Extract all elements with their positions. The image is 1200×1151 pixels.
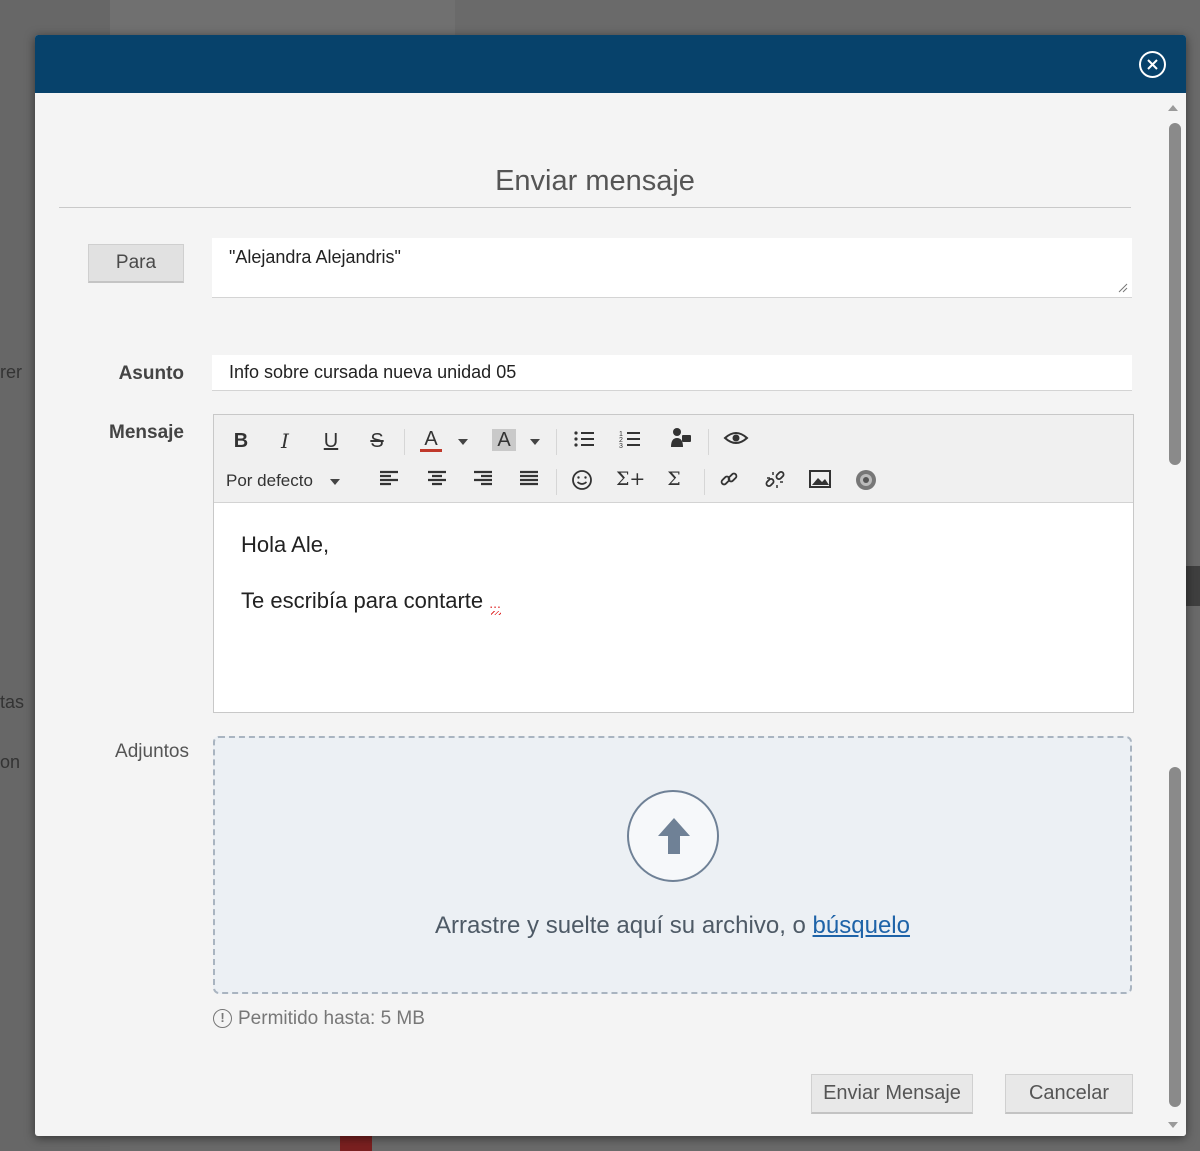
message-line: Hola Ale, xyxy=(241,532,330,557)
editor-toolbar: B I U S A A 123 Por defecto Σ+ Σ xyxy=(214,415,1133,503)
highlight-color-dropdown[interactable] xyxy=(528,429,542,453)
modal-header xyxy=(35,35,1186,93)
spellcheck-ellipsis: ... xyxy=(489,595,501,611)
send-button[interactable]: Enviar Mensaje xyxy=(811,1074,973,1114)
upload-limit-text: Permitido hasta: 5 MB xyxy=(238,1008,425,1029)
browse-link[interactable]: búsquelo xyxy=(813,912,910,939)
upload-arrow-icon xyxy=(658,818,690,854)
to-button[interactable]: Para xyxy=(88,244,184,283)
align-left-icon[interactable] xyxy=(378,469,400,493)
toolbar-separator xyxy=(404,429,405,455)
close-circle-icon xyxy=(1147,59,1158,70)
resize-grip-icon[interactable] xyxy=(1118,283,1128,293)
background-text: rer xyxy=(0,362,22,382)
toolbar-separator xyxy=(556,469,557,495)
info-icon: ! xyxy=(213,1009,232,1029)
unlink-icon[interactable] xyxy=(762,469,788,497)
strikethrough-icon[interactable]: S xyxy=(366,429,388,453)
numbered-list-icon[interactable]: 123 xyxy=(618,429,642,455)
speech-icon[interactable] xyxy=(668,427,694,455)
align-justify-icon[interactable] xyxy=(518,469,540,493)
editor-content[interactable]: Hola Ale, Te escribía para contarte ... xyxy=(214,504,1133,712)
bold-icon[interactable]: B xyxy=(230,429,252,453)
background-text: tas xyxy=(0,692,25,712)
align-center-icon[interactable] xyxy=(426,469,448,493)
chevron-down-icon xyxy=(329,478,340,485)
highlight-color-icon[interactable]: A xyxy=(492,429,516,451)
font-color-icon[interactable]: A xyxy=(420,429,442,452)
font-family-value: Por defecto xyxy=(226,471,313,490)
toolbar-separator xyxy=(704,469,705,495)
upload-button[interactable] xyxy=(627,790,719,882)
background-text: on xyxy=(0,752,21,772)
preview-eye-icon[interactable] xyxy=(722,429,750,453)
background-panel xyxy=(110,0,455,35)
title-divider xyxy=(59,207,1131,208)
chevron-down-icon xyxy=(530,438,540,445)
message-line: Te escribía para contarte ... xyxy=(241,588,1106,614)
font-color-dropdown[interactable] xyxy=(456,429,470,453)
message-label: Mensaje xyxy=(109,422,184,443)
image-icon[interactable] xyxy=(808,469,832,495)
subject-label: Asunto xyxy=(118,363,184,384)
svg-text:3: 3 xyxy=(619,443,623,449)
file-dropzone[interactable]: Arrastre y suelte aquí su archivo, o bús… xyxy=(213,736,1132,994)
italic-icon[interactable]: I xyxy=(274,429,296,453)
message-text: Te escribía para contarte xyxy=(241,588,490,613)
background-bar xyxy=(340,1136,372,1151)
align-right-icon[interactable] xyxy=(472,469,494,493)
sum-icon[interactable]: Σ xyxy=(662,467,686,491)
bullet-list-icon[interactable] xyxy=(572,429,596,455)
counter-icon[interactable] xyxy=(854,469,878,497)
to-field[interactable]: "Alejandra Alejandris" xyxy=(212,238,1132,298)
toolbar-separator xyxy=(708,429,709,455)
attachments-label: Adjuntos xyxy=(115,741,189,762)
scrollbar-thumb[interactable] xyxy=(1169,123,1181,465)
scroll-down-arrow-icon[interactable] xyxy=(1168,1122,1178,1128)
emoji-icon[interactable] xyxy=(570,469,594,497)
dropzone-instructions: Arrastre y suelte aquí su archivo, o xyxy=(435,912,813,939)
cancel-button[interactable]: Cancelar xyxy=(1005,1074,1133,1114)
link-icon[interactable] xyxy=(716,469,742,497)
send-message-modal: Enviar mensaje Para "Alejandra Alejandri… xyxy=(35,35,1186,1136)
message-editor: B I U S A A 123 Por defecto Σ+ Σ Hola Al… xyxy=(213,414,1134,713)
to-value: "Alejandra Alejandris" xyxy=(229,247,401,267)
dropzone-text: Arrastre y suelte aquí su archivo, o bús… xyxy=(215,912,1130,940)
background-bar xyxy=(1186,566,1200,606)
font-family-select[interactable]: Por defecto xyxy=(226,469,362,493)
upload-limit: ! Permitido hasta: 5 MB xyxy=(213,1008,425,1030)
underline-icon[interactable]: U xyxy=(320,429,342,453)
chevron-down-icon xyxy=(458,438,468,445)
toolbar-separator xyxy=(556,429,557,455)
close-button[interactable] xyxy=(1139,51,1166,78)
formula-icon[interactable]: Σ+ xyxy=(616,467,645,491)
page-title: Enviar mensaje xyxy=(495,165,695,197)
scroll-up-arrow-icon[interactable] xyxy=(1168,105,1178,111)
subject-input[interactable]: Info sobre cursada nueva unidad 05 xyxy=(212,355,1132,391)
scrollbar-thumb-lower[interactable] xyxy=(1169,767,1181,1107)
